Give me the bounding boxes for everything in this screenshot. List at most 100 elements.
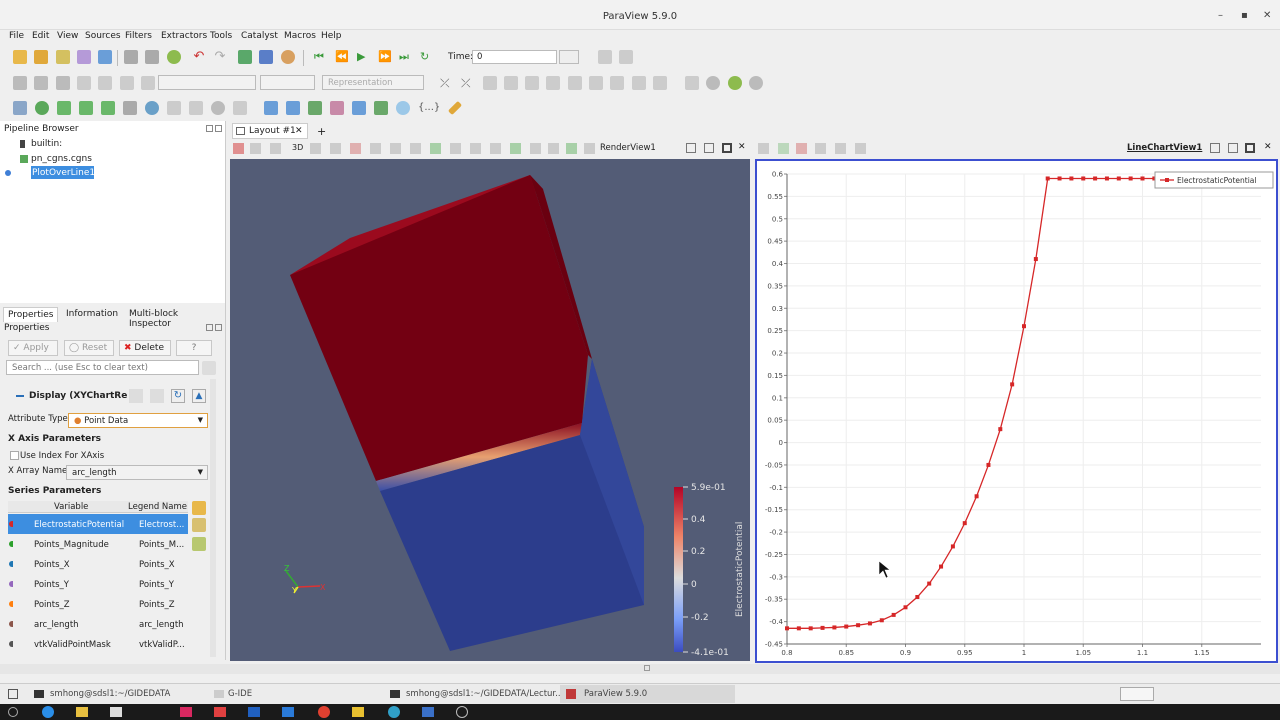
extract-level-icon[interactable] xyxy=(233,101,247,115)
clear-selection-icon[interactable] xyxy=(490,143,501,154)
close-panel-icon[interactable] xyxy=(215,324,222,331)
reset-button[interactable]: ◯ Reset xyxy=(64,340,114,356)
chart-camera-icon[interactable] xyxy=(835,143,846,154)
collapse-icon[interactable] xyxy=(16,395,24,397)
series-legend-name[interactable]: Electrost... xyxy=(139,520,184,530)
series-marker-icon[interactable] xyxy=(192,518,206,532)
pipeline-item-plotoverline[interactable]: PlotOverLine1 xyxy=(5,166,205,179)
interactive-select-icon[interactable] xyxy=(430,143,441,154)
connect-icon[interactable] xyxy=(98,50,112,64)
camera-icon[interactable] xyxy=(270,143,281,154)
menu-catalyst[interactable]: Catalyst xyxy=(241,31,278,41)
histogram-icon[interactable] xyxy=(286,101,300,115)
add-tab-icon[interactable]: + xyxy=(317,125,326,138)
menu-edit[interactable]: Edit xyxy=(32,31,49,41)
rescale-visible-icon[interactable] xyxy=(98,76,112,90)
notes-icon[interactable] xyxy=(352,707,364,717)
zoom-closest-icon[interactable] xyxy=(619,50,633,64)
play-icon[interactable]: ▶ xyxy=(357,50,371,64)
redo-icon[interactable]: ↷ xyxy=(213,50,227,64)
apply-button[interactable]: ✓ Apply xyxy=(8,340,58,356)
taskbar-item-gide[interactable]: G-IDE xyxy=(210,685,380,703)
pipeline-item-builtin[interactable]: builtin: xyxy=(20,138,220,150)
menu-sources[interactable]: Sources xyxy=(85,31,121,41)
chart-options-icon[interactable] xyxy=(758,143,769,154)
series-row[interactable]: Points_Z Points_Z xyxy=(8,594,188,614)
series-row[interactable]: Points_Y Points_Y xyxy=(8,574,188,594)
color-bar[interactable] xyxy=(674,487,683,652)
maximize-view-icon[interactable] xyxy=(722,143,732,153)
camera-redo-icon[interactable] xyxy=(259,50,273,64)
group-icon[interactable] xyxy=(211,101,225,115)
pipeline-item-cgns[interactable]: pn_cgns.cgns xyxy=(20,153,220,165)
properties-scrollbar[interactable] xyxy=(210,379,216,657)
save-data-icon[interactable] xyxy=(56,50,70,64)
menu-help[interactable]: Help xyxy=(321,31,342,41)
select-frustum-icon[interactable] xyxy=(370,143,381,154)
series-legend-name[interactable]: vtkValidP... xyxy=(139,640,185,650)
zoom-box-icon[interactable] xyxy=(483,76,497,90)
menu-file[interactable]: File xyxy=(9,31,24,41)
edit-selection-icon[interactable] xyxy=(510,143,521,154)
palette-icon[interactable] xyxy=(281,50,295,64)
lock-icon[interactable]: ▲ xyxy=(192,389,206,403)
slice-icon[interactable] xyxy=(79,101,93,115)
close-view-icon[interactable]: ✕ xyxy=(738,142,746,152)
series-toggle-icon[interactable] xyxy=(9,581,13,587)
legend-name-header[interactable]: Legend Name xyxy=(128,502,187,512)
minimize-icon[interactable]: – xyxy=(1218,10,1223,21)
media-icon[interactable] xyxy=(180,707,192,717)
series-toggle-icon[interactable] xyxy=(9,561,13,567)
next-frame-icon[interactable]: ⏩ xyxy=(378,50,392,64)
disconnect-icon[interactable] xyxy=(124,50,138,64)
settings-app-icon[interactable] xyxy=(422,707,434,717)
set-view-z-minus-icon[interactable] xyxy=(610,76,624,90)
chart-select-icon[interactable] xyxy=(796,143,807,154)
browser-icon[interactable] xyxy=(42,706,54,718)
copy-icon[interactable] xyxy=(129,389,143,403)
line-chart-view[interactable]: 0.6 0.55 0.5 0.45 0.4 0.35 0.3 0.25 0.2 0.15 0.1 0.… xyxy=(755,159,1278,663)
clip-icon[interactable] xyxy=(57,101,71,115)
taskbar-item-terminal-1[interactable]: smhong@sdsl1:~/GIDEDATA xyxy=(30,685,200,703)
chart-export-icon[interactable] xyxy=(815,143,826,154)
render-view-icon[interactable] xyxy=(233,143,244,154)
set-view-y-plus-icon[interactable] xyxy=(546,76,560,90)
network-icon[interactable] xyxy=(388,706,400,718)
set-view-z-plus-icon[interactable] xyxy=(589,76,603,90)
series-row[interactable]: arc_length arc_length xyxy=(8,614,188,634)
advanced-gear-icon[interactable] xyxy=(202,361,216,375)
capture-icon[interactable] xyxy=(706,76,720,90)
split-horizontal-icon[interactable] xyxy=(686,143,696,153)
variable-header[interactable]: Variable xyxy=(54,502,88,512)
tab-properties[interactable]: Properties xyxy=(3,307,59,322)
rescale-temporal-icon[interactable] xyxy=(120,76,134,90)
time-input[interactable]: 0 xyxy=(472,50,557,64)
menu-filters[interactable]: Filters xyxy=(125,31,152,41)
extract-subset-icon[interactable] xyxy=(123,101,137,115)
files-icon[interactable] xyxy=(76,707,88,717)
manage-plugins-icon[interactable] xyxy=(145,50,159,64)
set-view-x-minus-icon[interactable] xyxy=(525,76,539,90)
reset-range-icon[interactable] xyxy=(56,76,70,90)
chart-reset-icon[interactable] xyxy=(855,143,866,154)
search-icon[interactable] xyxy=(8,707,18,717)
undo-icon[interactable]: ↶ xyxy=(192,50,206,64)
contour-icon[interactable] xyxy=(35,101,49,115)
python-calc-icon[interactable] xyxy=(374,101,388,115)
select-cells-icon[interactable] xyxy=(330,143,341,154)
set-view-y-minus-icon[interactable] xyxy=(568,76,582,90)
show-desktop-icon[interactable] xyxy=(8,689,18,699)
close-panel-icon[interactable] xyxy=(215,125,222,132)
select-block-icon[interactable] xyxy=(390,143,401,154)
series-toggle-icon[interactable] xyxy=(9,541,13,547)
ruler-icon[interactable] xyxy=(447,100,463,116)
series-toggle-icon[interactable] xyxy=(9,641,13,647)
3d-toggle[interactable]: 3D xyxy=(292,143,303,152)
taskbar-item-paraview[interactable]: ParaView 5.9.0 xyxy=(560,685,735,703)
calculator-icon[interactable] xyxy=(13,101,27,115)
rescale-custom-icon[interactable] xyxy=(77,76,91,90)
mail-icon[interactable] xyxy=(214,707,226,717)
series-legend-name[interactable]: Points_M... xyxy=(139,540,184,550)
taskbar-item-terminal-2[interactable]: smhong@sdsl1:~/GIDEDATA/Lectur... xyxy=(386,685,563,703)
edit-pen-icon[interactable] xyxy=(566,143,577,154)
